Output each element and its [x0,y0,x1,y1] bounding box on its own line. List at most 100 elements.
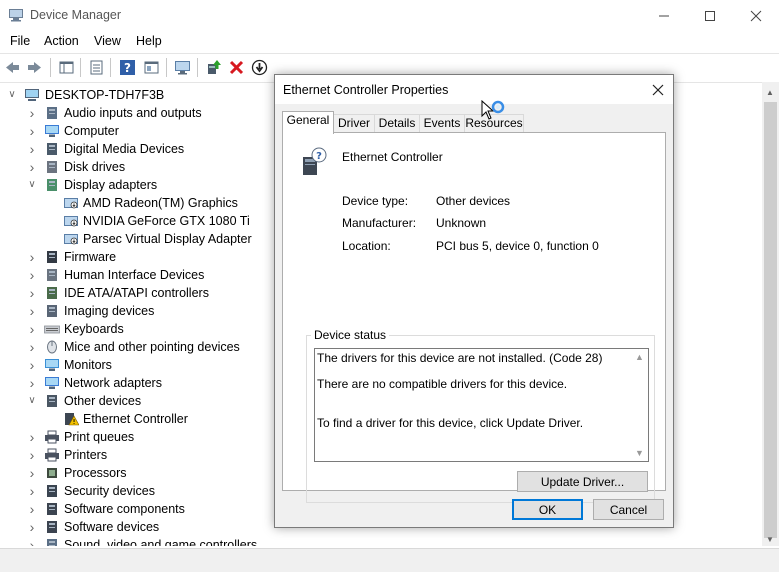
update-driver-icon[interactable] [205,59,222,76]
chevron-right-icon[interactable]: › [26,518,38,536]
scroll-down-icon[interactable]: ▼ [766,535,774,544]
tree-item-label: Ethernet Controller [83,412,188,426]
display-adapter-icon [64,234,78,245]
properties-sheet-icon[interactable] [88,59,105,76]
tree-item-label: Firmware [64,250,117,264]
chevron-right-icon[interactable]: › [26,284,38,302]
tree-item-label: Printers [64,448,108,462]
chevron-right-icon[interactable]: › [26,266,38,284]
menu-action[interactable]: Action [44,34,79,48]
chevron-right-icon[interactable]: › [26,320,38,338]
status-line: There are no compatible drivers for this… [317,377,568,391]
chevron-right-icon[interactable]: › [26,302,38,320]
chevron-right-icon[interactable]: › [26,338,38,356]
chevron-down-icon[interactable]: ∨ [26,392,38,410]
menu-bar: File Action View Help [0,31,779,53]
ok-button[interactable]: OK [512,499,583,520]
toolbar-separator [80,58,81,77]
properties-dialog: Ethernet Controller Properties General D… [274,74,674,528]
device-type-value: Other devices [436,194,511,208]
status-scrollbar[interactable]: ▲ ▼ [631,349,648,461]
ide-controller-icon [47,287,57,299]
enable-device-icon[interactable] [251,59,268,76]
tree-item[interactable]: › Sound, video and game controllers [0,536,740,546]
disk-drive-icon [47,161,57,173]
keyboard-icon [44,325,60,334]
tab-details[interactable]: Details [374,114,420,133]
tree-item-label: Imaging devices [64,304,155,318]
computer-icon [25,89,39,101]
chevron-right-icon[interactable]: › [26,140,38,158]
tab-events[interactable]: Events [419,114,465,133]
chevron-right-icon[interactable]: › [26,248,38,266]
dialog-title-bar: Ethernet Controller Properties [275,75,673,104]
toolbar-separator [166,58,167,77]
computer-icon [45,125,59,137]
close-button[interactable] [733,0,779,31]
dialog-close-button[interactable] [643,75,673,104]
minimize-button[interactable] [641,0,687,31]
tree-item-label: Security devices [64,484,156,498]
chevron-right-icon[interactable]: › [26,158,38,176]
view-resources-icon[interactable] [143,59,160,76]
dialog-tabs: General Driver Details Events Resources [282,111,666,134]
chevron-right-icon[interactable]: › [26,500,38,518]
chevron-right-icon[interactable]: › [26,356,38,374]
tab-general[interactable]: General [282,111,334,134]
tree-item-label: Digital Media Devices [64,142,185,156]
network-adapter-icon [45,377,59,389]
chevron-right-icon[interactable]: › [26,482,38,500]
window-title: Device Manager [30,8,122,22]
tree-item-label: IDE ATA/ATAPI controllers [64,286,209,300]
scroll-up-icon[interactable]: ▲ [635,352,644,362]
toolbar-separator [197,58,198,77]
scan-hardware-changes-icon[interactable] [174,59,191,76]
tree-item-label: Other devices [64,394,142,408]
chevron-right-icon[interactable]: › [26,446,38,464]
chevron-right-icon[interactable]: › [26,374,38,392]
menu-file[interactable]: File [10,34,30,48]
menu-view[interactable]: View [94,34,121,48]
cancel-button[interactable]: Cancel [593,499,664,520]
status-bar [0,548,779,572]
chevron-right-icon[interactable]: › [26,536,38,546]
tree-item-label: Keyboards [64,322,124,336]
scroll-up-icon[interactable]: ▲ [766,88,774,97]
chevron-right-icon[interactable]: › [26,428,38,446]
security-device-icon [47,485,57,497]
tree-scrollbar[interactable]: ▲ ▼ [762,82,779,546]
forward-arrow-icon[interactable] [26,59,43,76]
update-driver-button[interactable]: Update Driver... [517,471,648,492]
busy-cursor-icon [481,100,505,120]
device-status-group: Device status The drivers for this devic… [306,328,655,503]
speaker-icon [47,107,57,119]
location-label: Location: [342,239,391,253]
close-icon [750,10,762,22]
scrollbar-thumb[interactable] [764,102,777,538]
scroll-down-icon[interactable]: ▼ [635,448,644,458]
menu-help[interactable]: Help [136,34,162,48]
chevron-down-icon[interactable]: ∨ [6,86,18,104]
tree-item-label: Computer [64,124,119,138]
chevron-right-icon[interactable]: › [26,104,38,122]
general-tab-panel: ? Ethernet Controller Device type: Other… [282,132,666,503]
display-adapter-icon [64,216,78,227]
back-arrow-icon[interactable] [4,59,21,76]
help-icon[interactable]: ? [119,59,136,76]
maximize-button[interactable] [687,0,733,31]
sound-icon [47,539,57,546]
mouse-icon [47,340,57,354]
monitor-icon [45,359,59,371]
device-status-textbox[interactable]: The drivers for this device are not inst… [314,348,649,462]
tab-driver[interactable]: Driver [333,114,375,133]
tree-item-label: Network adapters [64,376,162,390]
tree-item-label: Disk drives [64,160,126,174]
chevron-down-icon[interactable]: ∨ [26,176,38,194]
toolbar-separator [50,58,51,77]
device-status-label: Device status [311,328,390,342]
chevron-right-icon[interactable]: › [26,464,38,482]
display-adapter-icon [47,179,57,191]
uninstall-device-icon[interactable] [228,59,245,76]
chevron-right-icon[interactable]: › [26,122,38,140]
show-hide-console-tree-icon[interactable] [58,59,75,76]
